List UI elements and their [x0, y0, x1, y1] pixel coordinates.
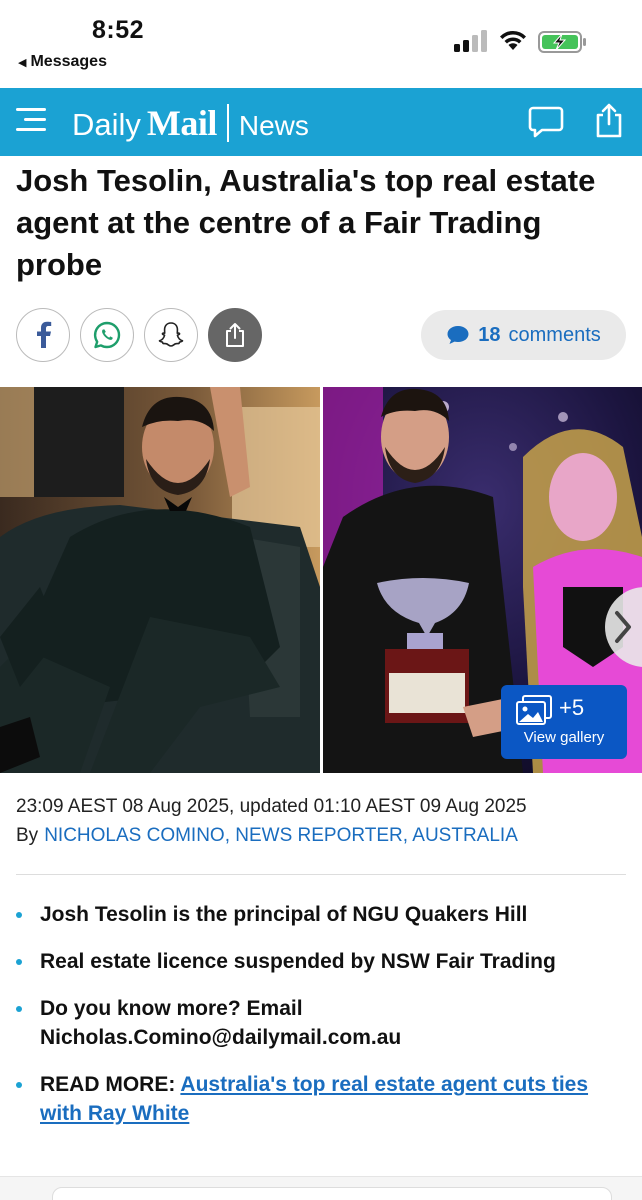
- facebook-share-button[interactable]: [16, 308, 70, 362]
- by-label: By: [16, 825, 39, 846]
- article-photo-gallery: +5 View gallery: [0, 387, 642, 773]
- comments-label: comments: [508, 323, 601, 346]
- status-time: 8:52: [92, 16, 145, 44]
- back-to-messages[interactable]: ◀ Messages: [18, 53, 107, 71]
- image-gallery-icon: [516, 695, 552, 725]
- daily-mail-logo[interactable]: Daily Mail News: [72, 102, 309, 144]
- share-icon: [226, 323, 244, 347]
- article-headline: Josh Tesolin, Australia's top real estat…: [16, 163, 596, 282]
- battery-charging-icon: [538, 31, 586, 53]
- facebook-icon: [37, 321, 52, 348]
- article-summary-bullets: Josh Tesolin is the principal of NGU Qua…: [16, 900, 628, 1146]
- logo-divider: [226, 104, 229, 142]
- divider: [16, 874, 626, 875]
- back-triangle-icon: ◀: [18, 56, 27, 69]
- list-item-read-more: READ MORE: Australia's top real estate a…: [16, 1070, 628, 1128]
- snapchat-share-button[interactable]: [144, 308, 198, 362]
- comments-count: 18: [478, 323, 501, 346]
- share-buttons-row: [16, 308, 262, 362]
- photo-man-seated-on-sofa[interactable]: [0, 387, 320, 773]
- logo-daily-text: Daily: [72, 107, 141, 142]
- list-item: Josh Tesolin is the principal of NGU Qua…: [16, 900, 628, 929]
- view-gallery-label: View gallery: [523, 729, 605, 746]
- view-gallery-button[interactable]: +5 View gallery: [501, 685, 627, 759]
- list-item: Do you know more? Email Nicholas.Comino@…: [16, 994, 628, 1052]
- gallery-next-chevron-icon[interactable]: [597, 587, 642, 667]
- status-bar: 8:52 ◀ Messages: [0, 0, 642, 88]
- section-name: News: [238, 110, 309, 141]
- share-icon[interactable]: [594, 102, 624, 138]
- next-tab-edge: [52, 1187, 612, 1200]
- comments-button[interactable]: 18 comments: [421, 310, 626, 360]
- article-dateline: 23:09 AEST 08 Aug 2025, updated 01:10 AE…: [16, 796, 527, 817]
- whatsapp-icon: [93, 321, 121, 349]
- browser-bottom-strip: [0, 1176, 642, 1200]
- comment-bubble-icon: [447, 326, 469, 344]
- list-item: Real estate licence suspended by NSW Fai…: [16, 947, 628, 976]
- author-link[interactable]: NICHOLAS COMINO, NEWS REPORTER, AUSTRALI…: [44, 825, 518, 847]
- more-share-button[interactable]: [208, 308, 262, 362]
- top-navigation-bar: Daily Mail News: [0, 88, 642, 156]
- back-label: Messages: [30, 53, 107, 70]
- gallery-extra-count: +5: [559, 695, 585, 720]
- wifi-icon: [500, 30, 526, 50]
- hamburger-menu-icon[interactable]: [16, 108, 46, 138]
- article-byline: By NICHOLAS COMINO, NEWS REPORTER, AUSTR…: [16, 825, 518, 847]
- snapchat-icon: [158, 322, 184, 347]
- logo-mail-text: Mail: [146, 103, 217, 143]
- comment-icon[interactable]: [528, 104, 564, 140]
- whatsapp-share-button[interactable]: [80, 308, 134, 362]
- cellular-signal-icon: [454, 30, 487, 52]
- read-more-label: READ MORE:: [40, 1073, 176, 1096]
